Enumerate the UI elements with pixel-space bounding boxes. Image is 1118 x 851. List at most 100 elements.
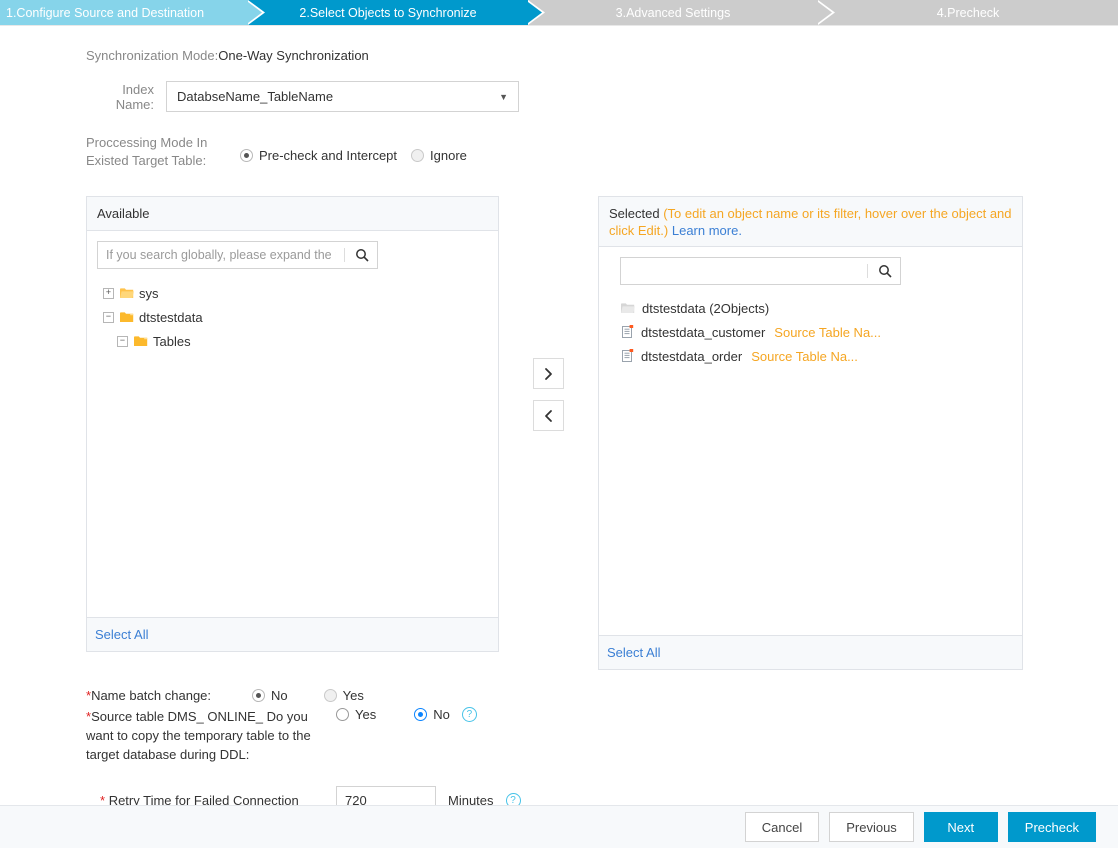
chevron-down-icon: ▼ xyxy=(499,91,508,102)
divider xyxy=(344,248,345,262)
folder-open-icon xyxy=(120,311,134,323)
move-left-button[interactable] xyxy=(533,400,564,431)
radio-ignore-label: Ignore xyxy=(430,148,467,163)
radio-batch-no-label: No xyxy=(271,688,288,703)
available-panel-header: Available xyxy=(87,197,498,231)
processing-mode-label-line1: Proccessing Mode In xyxy=(86,135,208,150)
search-icon[interactable] xyxy=(870,258,900,284)
selected-item-name: dtstestdata_order xyxy=(641,348,743,364)
name-batch-change-row: *Name batch change: No Yes xyxy=(86,688,1118,703)
available-panel-footer: Select All xyxy=(87,617,498,651)
wizard-step-1[interactable]: 1.Configure Source and Destination xyxy=(0,0,265,25)
processing-mode-label-line2: Existed Target Table: xyxy=(86,153,207,168)
table-icon xyxy=(621,349,634,363)
radio-dot-icon xyxy=(240,149,253,162)
radio-dms-no[interactable]: No xyxy=(414,707,450,722)
top-form: Synchronization Mode:One-Way Synchroniza… xyxy=(0,26,1118,170)
selected-panel-body: dtstestdata (2Objects) dtstestdata_custo… xyxy=(599,247,1022,635)
radio-batch-yes[interactable]: Yes xyxy=(323,688,364,703)
selected-item-sub[interactable]: Source Table Na... xyxy=(774,325,881,340)
available-panel-title: Available xyxy=(97,206,150,221)
step-divider-icon xyxy=(248,0,265,25)
collapse-toggle-icon[interactable]: − xyxy=(117,335,128,347)
sync-mode-label: Synchronization Mode: xyxy=(86,48,219,63)
selected-panel: Selected (To edit an object name or its … xyxy=(598,196,1023,670)
selected-panel-hint: (To edit an object name or its filter, h… xyxy=(609,206,1012,238)
radio-dot-icon xyxy=(411,149,425,162)
radio-precheck-intercept-label: Pre-check and Intercept xyxy=(259,148,398,163)
radio-dms-yes-label: Yes xyxy=(355,707,377,722)
radio-dot-icon xyxy=(414,708,428,721)
selected-item-sub[interactable]: Source Table Na... xyxy=(751,349,858,364)
wizard-step-3[interactable]: 3.Advanced Settings xyxy=(528,0,835,25)
available-panel-body: + sys − dtstestdata − xyxy=(87,231,498,617)
radio-ignore[interactable]: Ignore xyxy=(411,148,467,163)
available-tree: + sys − dtstestdata − Tables xyxy=(97,281,488,353)
processing-mode-label: Proccessing Mode In Existed Target Table… xyxy=(86,134,228,170)
selected-group-row[interactable]: dtstestdata (2Objects) xyxy=(609,296,1012,320)
dms-online-row: *Source table DMS_ ONLINE_ Do you want t… xyxy=(86,707,1118,764)
tree-node-tables-label: Tables xyxy=(153,333,191,349)
radio-dms-yes[interactable]: Yes xyxy=(336,707,376,722)
tree-node-sys-label: sys xyxy=(139,285,159,301)
name-batch-change-text: Name batch change: xyxy=(91,688,212,703)
selected-search[interactable] xyxy=(620,257,901,285)
radio-dot-icon xyxy=(252,689,265,702)
selected-search-input[interactable] xyxy=(621,258,867,284)
page-content: Synchronization Mode:One-Way Synchroniza… xyxy=(0,25,1118,848)
collapse-toggle-icon[interactable]: − xyxy=(103,311,114,323)
wizard-step-3-label: 3.Advanced Settings xyxy=(615,5,731,20)
search-icon[interactable] xyxy=(347,242,377,268)
tree-node-tables[interactable]: − Tables xyxy=(97,329,488,353)
index-name-select[interactable]: DatabseName_TableName ▼ xyxy=(166,81,519,112)
list-item[interactable]: dtstestdata_customer Source Table Na... xyxy=(609,320,1012,344)
selected-panel-footer: Select All xyxy=(599,635,1022,669)
index-name-value: DatabseName_TableName xyxy=(177,89,334,104)
lower-form: *Name batch change: No Yes *Source table… xyxy=(0,670,1118,814)
sync-mode-row: Synchronization Mode:One-Way Synchroniza… xyxy=(86,48,1118,63)
radio-batch-no[interactable]: No xyxy=(252,688,288,703)
index-name-row: Index Name: DatabseName_TableName ▼ xyxy=(86,81,1118,112)
wizard-step-2-label: 2.Select Objects to Synchronize xyxy=(299,5,477,20)
index-name-label: Index Name: xyxy=(115,81,154,112)
help-icon[interactable]: ? xyxy=(461,707,477,722)
wizard-step-bar: 1.Configure Source and Destination 2.Sel… xyxy=(0,0,1118,25)
tree-node-sys[interactable]: + sys xyxy=(97,281,488,305)
list-item[interactable]: dtstestdata_order Source Table Na... xyxy=(609,344,1012,368)
selected-group-label: dtstestdata (2Objects) xyxy=(642,300,770,316)
wizard-step-4-label: 4.Precheck xyxy=(936,5,1000,20)
folder-icon xyxy=(621,302,635,314)
radio-precheck-intercept[interactable]: Pre-check and Intercept xyxy=(240,148,397,163)
tree-node-dtstestdata-label: dtstestdata xyxy=(139,309,203,325)
expand-toggle-icon[interactable]: + xyxy=(103,287,114,299)
available-search[interactable] xyxy=(97,241,378,269)
processing-mode-options: Pre-check and Intercept Ignore xyxy=(240,134,481,163)
available-select-all-link[interactable]: Select All xyxy=(95,627,148,642)
available-panel: Available + sys xyxy=(86,196,499,652)
step-divider-icon xyxy=(818,0,835,25)
previous-button[interactable]: Previous xyxy=(829,812,914,842)
wizard-step-1-label: 1.Configure Source and Destination xyxy=(6,5,205,20)
selected-select-all-link[interactable]: Select All xyxy=(607,645,660,660)
next-button[interactable]: Next xyxy=(923,812,998,842)
radio-dot-icon xyxy=(323,689,337,702)
folder-open-icon xyxy=(134,335,148,347)
step-divider-icon xyxy=(528,0,545,25)
radio-dms-no-label: No xyxy=(433,707,450,722)
cancel-button[interactable]: Cancel xyxy=(744,812,820,842)
dms-online-options: Yes No ? xyxy=(330,707,477,722)
processing-mode-row: Proccessing Mode In Existed Target Table… xyxy=(86,134,1118,170)
radio-batch-yes-label: Yes xyxy=(342,688,364,703)
sync-mode-value: One-Way Synchronization xyxy=(218,48,369,63)
wizard-step-2[interactable]: 2.Select Objects to Synchronize xyxy=(248,0,545,25)
learn-more-link[interactable]: Learn more. xyxy=(672,223,742,238)
radio-dot-icon xyxy=(336,708,349,721)
available-search-input[interactable] xyxy=(98,242,344,268)
transfer-buttons xyxy=(499,196,598,442)
move-right-button[interactable] xyxy=(533,358,564,389)
divider xyxy=(867,264,868,278)
wizard-step-4[interactable]: 4.Precheck xyxy=(818,0,1118,25)
selected-item-name: dtstestdata_customer xyxy=(641,324,766,340)
precheck-button[interactable]: Precheck xyxy=(1007,812,1096,842)
tree-node-dtstestdata[interactable]: − dtstestdata xyxy=(97,305,488,329)
